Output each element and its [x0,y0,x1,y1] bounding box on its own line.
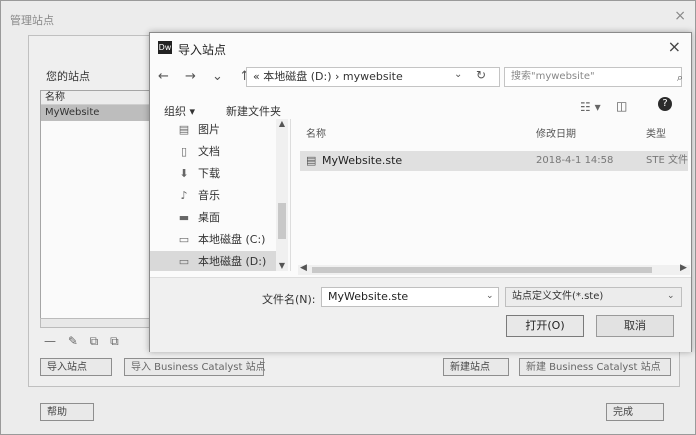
navigation-arrows[interactable]: ← → ⌄ ↑ [158,69,256,84]
file-type: STE 文件 [646,155,688,166]
tree-item-downloads[interactable]: ⬇ 下载 [150,163,276,185]
scroll-down-icon[interactable]: ▼ [276,261,288,270]
scroll-right-icon[interactable]: ▶ [680,263,687,273]
chevron-down-icon[interactable]: ⌄ [667,291,675,301]
filetype-select[interactable]: 站点定义文件(*.ste) [505,287,682,307]
preview-pane-icon[interactable]: ◫ [616,99,627,113]
file-list-scrollbar-thumb[interactable] [312,267,652,273]
tree-item-label: 文档 [198,145,220,158]
file-list-header: 名称 修改日期 类型 [300,125,690,143]
documents-icon: ▯ [180,145,188,158]
tree-item-drive-d[interactable]: ▭ 本地磁盘 (D:) [150,251,276,271]
view-options-icon[interactable]: ☷ ▾ [580,100,601,114]
site-tools[interactable]: — ✎ ⧉ ⧉ [44,334,123,349]
column-type[interactable]: 类型 [646,125,666,140]
pictures-icon: ▤ [178,123,190,136]
music-icon: ♪ [180,189,188,202]
tree-item-label: 本地磁盘 (D:) [198,255,267,268]
file-icon: ▤ [306,154,317,167]
cancel-button[interactable]: 取消 [596,315,674,337]
tree-item-drive-c[interactable]: ▭ 本地磁盘 (C:) [150,229,276,251]
chevron-down-icon[interactable]: ⌄ [486,291,494,301]
drive-d-icon: ▭ [178,255,190,268]
navigation-tree: ▤ 图片 ▯ 文档 ⬇ 下载 ♪ 音乐 ▬ 桌面 ▭ 本地磁盘 (C:) ▭ 本… [150,119,291,271]
import-site-dialog: Dw 导入站点 × ← → ⌄ ↑ « 本地磁盘 (D:) › mywebsit… [149,32,692,352]
help-button[interactable]: 帮助 [40,403,94,421]
file-date: 2018-4-1 14:58 [536,155,614,166]
scroll-left-icon[interactable]: ◀ [300,263,307,273]
column-date[interactable]: 修改日期 [536,125,576,140]
desktop-icon: ▬ [178,211,190,224]
organize-menu[interactable]: 组织 ▾ [164,103,195,119]
new-bc-site-button[interactable]: 新建 Business Catalyst 站点 [519,358,671,376]
tree-item-label: 音乐 [198,189,220,202]
new-site-button[interactable]: 新建站点 [443,358,509,376]
tree-item-label: 桌面 [198,211,220,224]
chevron-down-icon[interactable]: ⌄ [454,69,462,80]
refresh-icon[interactable]: ↻ [476,68,486,82]
help-icon[interactable]: ? [658,97,672,111]
tree-item-documents[interactable]: ▯ 文档 [150,141,276,163]
new-folder-button[interactable]: 新建文件夹 [226,103,281,119]
search-icon[interactable]: ⌕ [677,71,683,85]
downloads-icon: ⬇ [179,167,189,180]
import-site-button[interactable]: 导入站点 [40,358,112,376]
sites-label: 您的站点 [46,70,90,83]
tree-item-music[interactable]: ♪ 音乐 [150,185,276,207]
tree-item-label: 下载 [198,167,220,180]
close-icon[interactable]: × [668,37,681,56]
site-row[interactable]: MyWebsite [41,105,153,121]
tree-item-label: 本地磁盘 (C:) [198,233,266,246]
tree-item-desktop[interactable]: ▬ 桌面 [150,207,276,229]
dialog-title: 导入站点 [178,43,227,57]
import-bc-site-button[interactable]: 导入 Business Catalyst 站点 [124,358,266,376]
window-title: 管理站点 [10,14,54,27]
sites-list: 名称 MyWebsite [40,90,154,324]
done-button[interactable]: 完成 [606,403,664,421]
filename-label: 文件名(N): [262,293,316,306]
sites-scrollbar[interactable] [40,318,152,328]
file-row[interactable]: ▤ MyWebsite.ste 2018-4-1 14:58 STE 文件 [300,151,688,171]
sites-list-header[interactable]: 名称 [41,91,153,105]
search-input[interactable]: 搜索"mywebsite" [504,67,682,87]
file-name: MyWebsite.ste [322,154,403,167]
drive-c-icon: ▭ [178,233,190,246]
filename-input[interactable]: MyWebsite.ste [321,287,499,307]
tree-scrollbar[interactable] [276,119,288,271]
dreamweaver-logo-icon: Dw [158,41,172,54]
close-icon[interactable]: × [674,8,686,24]
tree-scrollbar-thumb[interactable] [278,203,286,239]
scroll-up-icon[interactable]: ▲ [276,119,288,128]
tree-item-label: 图片 [198,123,220,136]
tree-item-pictures[interactable]: ▤ 图片 [150,119,276,141]
open-button[interactable]: 打开(O) [506,315,584,337]
column-name[interactable]: 名称 [306,125,326,140]
